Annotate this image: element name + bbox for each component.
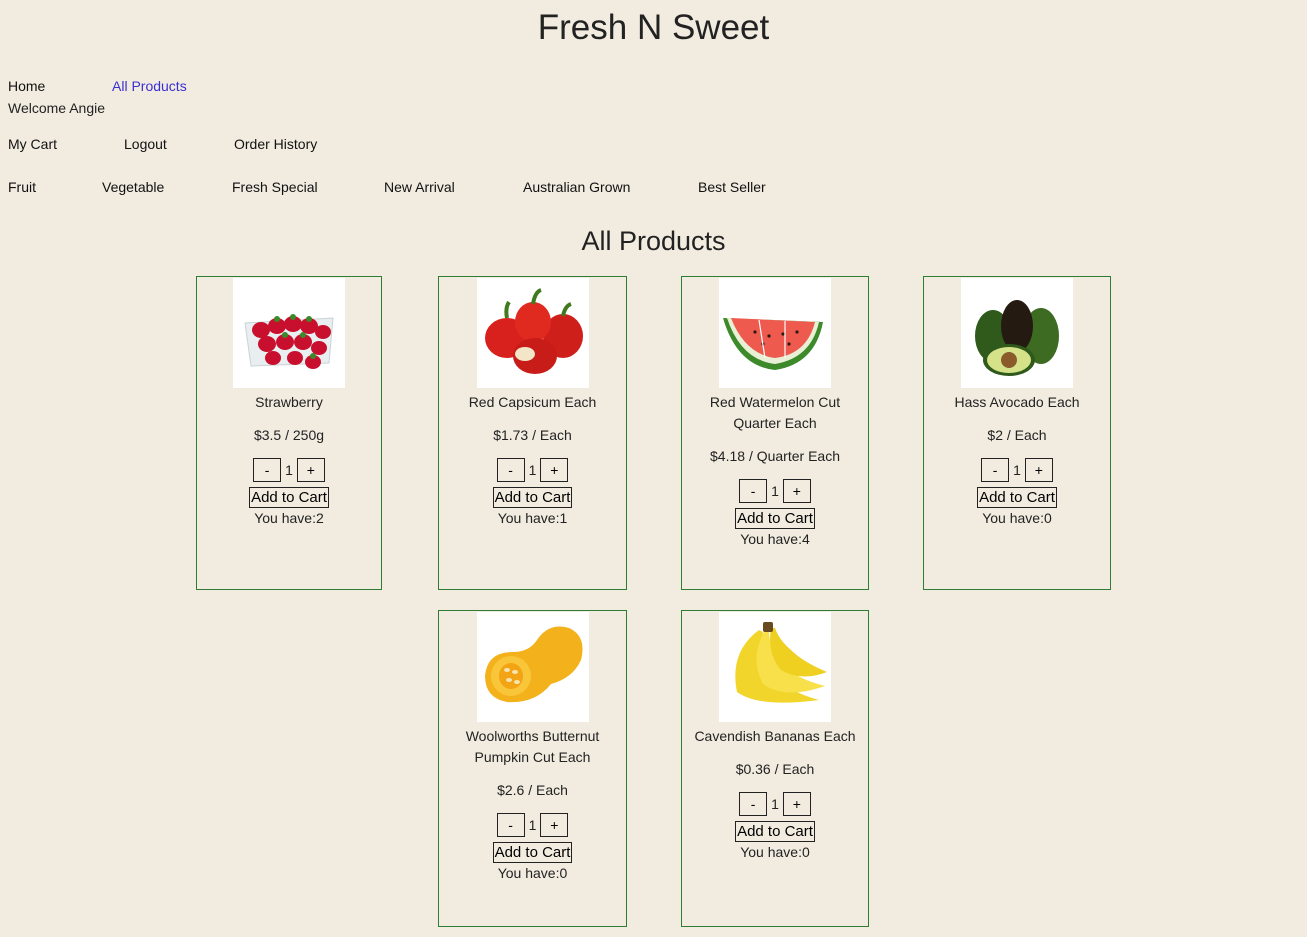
increment-button[interactable]: +: [540, 458, 569, 482]
cart-count: You have:0: [740, 844, 810, 860]
avocado-image: [961, 278, 1073, 388]
product-price: $2 / Each: [987, 427, 1047, 443]
product-name: Red Capsicum Each: [468, 394, 597, 410]
category-australian-grown[interactable]: Australian Grown: [523, 179, 630, 195]
nav-home-link[interactable]: Home: [8, 78, 45, 94]
product-card: Strawberry $3.5 / 250g - 1 + Add to Cart…: [196, 276, 382, 590]
product-price: $3.5 / 250g: [253, 427, 325, 443]
product-price: $2.6 / Each: [497, 782, 568, 798]
quantity-value: 1: [528, 817, 537, 833]
increment-button[interactable]: +: [540, 813, 569, 837]
decrement-button[interactable]: -: [496, 458, 525, 482]
increment-button[interactable]: +: [296, 458, 325, 482]
quantity-value: 1: [285, 462, 293, 478]
cart-count: You have:0: [497, 865, 568, 881]
watermelon-image: [719, 278, 831, 388]
site-title: Fresh N Sweet: [537, 8, 770, 47]
red-capsicum-image: [476, 278, 589, 388]
decrement-button[interactable]: -: [253, 458, 282, 482]
increment-button[interactable]: +: [782, 792, 811, 816]
butternut-pumpkin-image: [476, 612, 589, 722]
product-card: Cavendish Bananas Each $0.36 / Each - 1 …: [681, 610, 869, 927]
quantity-value: 1: [528, 462, 537, 478]
product-price: $0.36 / Each: [735, 761, 815, 777]
decrement-button[interactable]: -: [981, 458, 1010, 482]
product-card: Red Watermelon Cut Quarter Each $4.18 / …: [681, 276, 869, 590]
product-name: Hass Avocado Each: [954, 394, 1080, 410]
cart-count: You have:0: [982, 510, 1052, 526]
add-to-cart-button[interactable]: Add to Cart: [492, 842, 573, 863]
quantity-stepper: - 1 +: [924, 458, 1110, 482]
quantity-value: 1: [1013, 462, 1021, 478]
nav-all-products-link[interactable]: All Products: [112, 78, 187, 94]
product-card: Woolworths Butternut Pumpkin Cut Each $2…: [438, 610, 627, 927]
add-to-cart-button[interactable]: Add to Cart: [492, 487, 573, 508]
category-fresh-special[interactable]: Fresh Special: [232, 179, 318, 195]
cart-count: You have:1: [497, 510, 568, 526]
add-to-cart-button[interactable]: Add to Cart: [977, 487, 1057, 508]
product-name: Woolworths Butternut Pumpkin Cut Each: [465, 728, 600, 765]
decrement-button[interactable]: -: [739, 479, 768, 503]
product-card: Red Capsicum Each $1.73 / Each - 1 + Add…: [438, 276, 627, 590]
category-fruit[interactable]: Fruit: [8, 179, 36, 195]
quantity-stepper: - 1 +: [197, 458, 381, 482]
category-new-arrival[interactable]: New Arrival: [384, 179, 455, 195]
increment-button[interactable]: +: [1024, 458, 1053, 482]
strawberry-image: [233, 278, 345, 388]
order-history-link[interactable]: Order History: [234, 136, 317, 152]
decrement-button[interactable]: -: [739, 792, 768, 816]
decrement-button[interactable]: -: [496, 813, 525, 837]
quantity-stepper: - 1 +: [682, 479, 868, 503]
product-card: Hass Avocado Each $2 / Each - 1 + Add to…: [923, 276, 1111, 590]
section-title: All Products: [581, 226, 726, 256]
quantity-stepper: - 1 +: [439, 813, 626, 837]
logout-link[interactable]: Logout: [124, 136, 167, 152]
quantity-stepper: - 1 +: [682, 792, 868, 816]
category-vegetable[interactable]: Vegetable: [102, 179, 164, 195]
add-to-cart-button[interactable]: Add to Cart: [249, 487, 329, 508]
increment-button[interactable]: +: [782, 479, 811, 503]
product-name: Cavendish Bananas Each: [694, 728, 856, 744]
category-best-seller[interactable]: Best Seller: [698, 179, 766, 195]
my-cart-link[interactable]: My Cart: [8, 136, 57, 152]
cart-count: You have:2: [254, 510, 324, 526]
add-to-cart-button[interactable]: Add to Cart: [735, 821, 815, 842]
add-to-cart-button[interactable]: Add to Cart: [735, 508, 815, 529]
product-name: Red Watermelon Cut Quarter Each: [709, 394, 841, 431]
bananas-image: [719, 612, 831, 722]
quantity-stepper: - 1 +: [439, 458, 626, 482]
product-price: $1.73 / Each: [493, 427, 572, 443]
quantity-value: 1: [771, 796, 779, 812]
welcome-text: Welcome Angie: [8, 100, 106, 116]
product-name: Strawberry: [255, 394, 323, 410]
quantity-value: 1: [771, 483, 779, 499]
product-price: $4.18 / Quarter Each: [710, 448, 840, 464]
cart-count: You have:4: [740, 531, 810, 547]
